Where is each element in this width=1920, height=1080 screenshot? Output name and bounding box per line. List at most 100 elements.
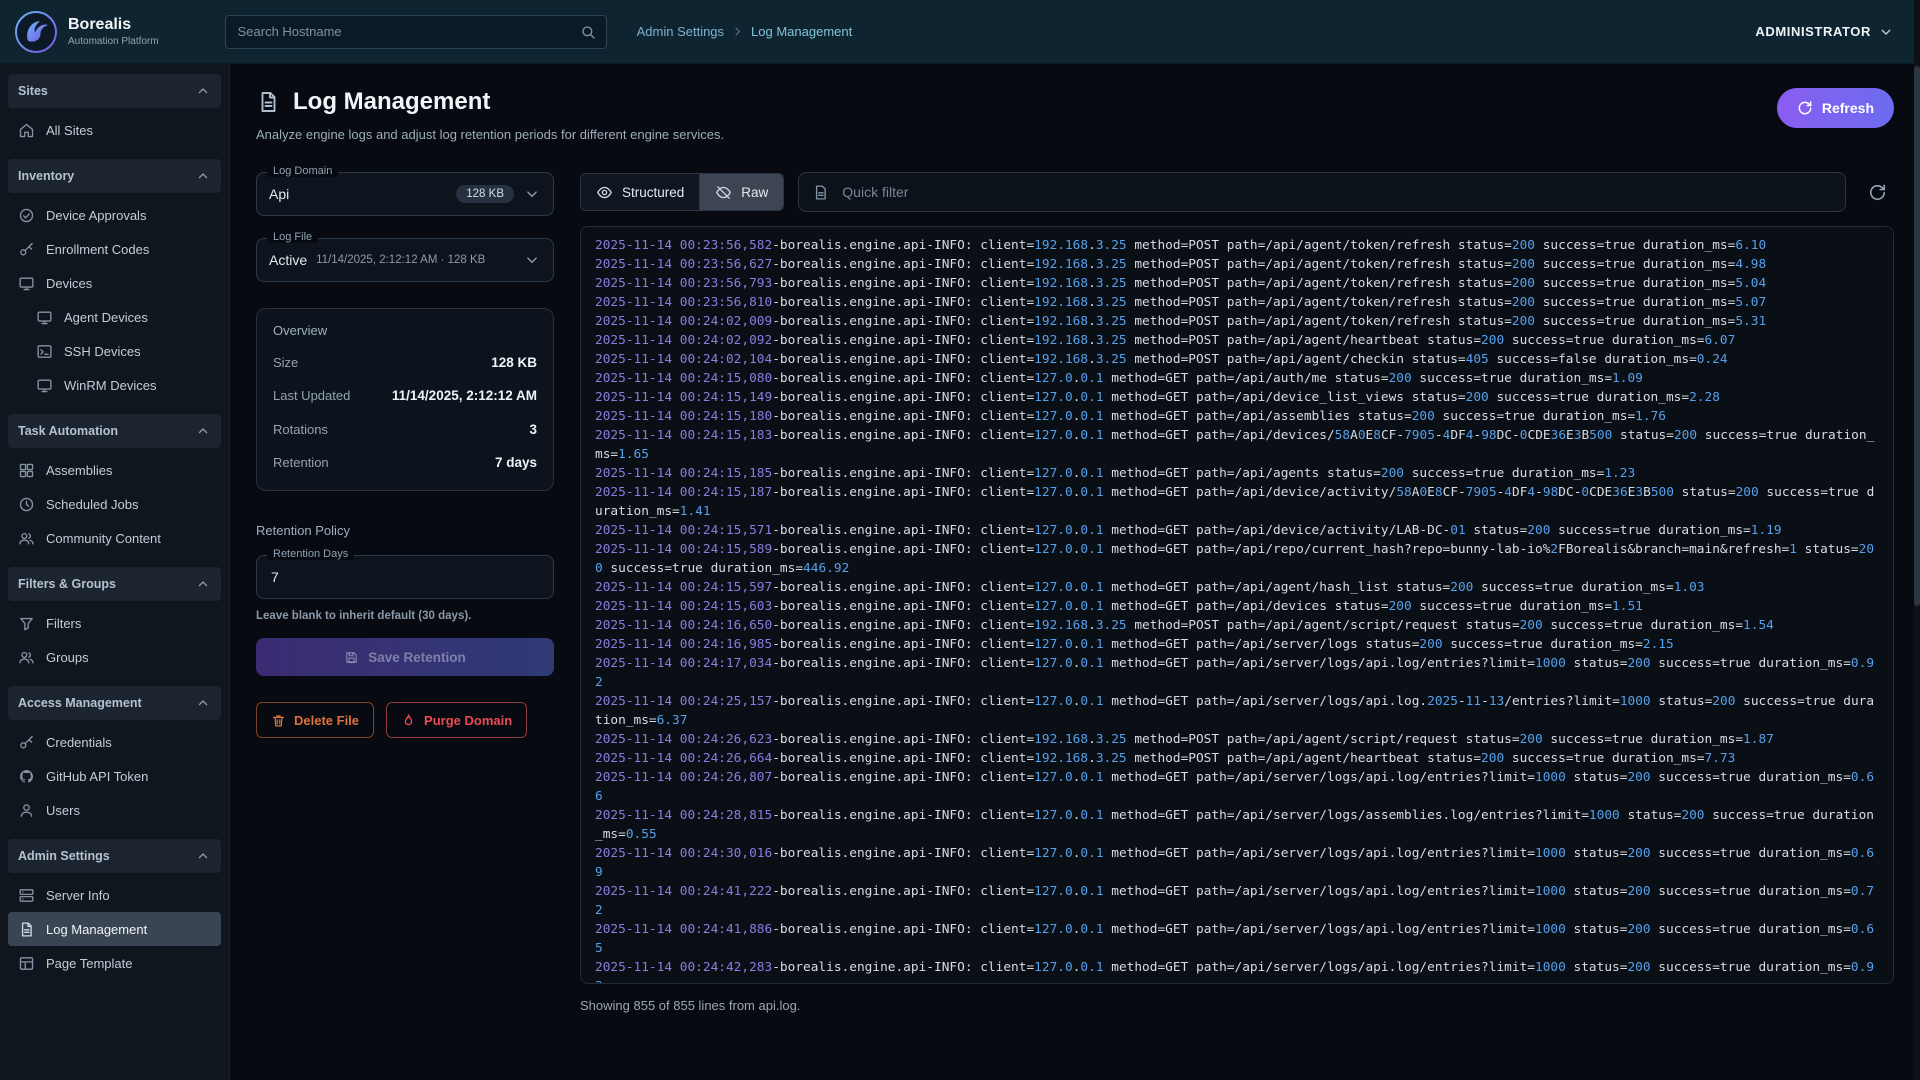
sidebar-item-all-sites[interactable]: All Sites bbox=[8, 113, 221, 147]
sidebar: Sites All Sites Inventory Device ApprovalsE… bbox=[0, 64, 230, 1080]
sidebar-section-filters-groups[interactable]: Filters & Groups bbox=[8, 567, 221, 601]
overview-row-retention: Retention7 days bbox=[273, 453, 537, 473]
breadcrumb: Admin Settings Log Management bbox=[637, 24, 853, 39]
chevron-up-icon bbox=[195, 83, 211, 99]
refresh-button[interactable]: Refresh bbox=[1777, 88, 1894, 128]
log-line: 2025-11-14 00:24:16,985-borealis.engine.… bbox=[595, 635, 1879, 654]
log-line: 2025-11-14 00:24:17,034-borealis.engine.… bbox=[595, 654, 1879, 692]
log-file-select[interactable]: Log File Active 11/14/2025, 2:12:12 AM ·… bbox=[256, 238, 554, 282]
sidebar-item-credentials[interactable]: Credentials bbox=[8, 725, 221, 759]
trash-icon bbox=[271, 713, 286, 728]
sidebar-section-task-automation[interactable]: Task Automation bbox=[8, 414, 221, 448]
sidebar-item-winrm-devices[interactable]: WinRM Devices bbox=[8, 368, 221, 402]
overview-card: Overview Size128 KBLast Updated11/14/202… bbox=[256, 308, 554, 491]
page-scrollbar-thumb[interactable] bbox=[1914, 66, 1920, 606]
log-domain-label: Log Domain bbox=[267, 165, 338, 177]
retention-policy-label: Retention Policy bbox=[256, 523, 554, 538]
retention-days-input[interactable] bbox=[269, 568, 541, 586]
monitor-icon bbox=[36, 309, 53, 326]
overview-title: Overview bbox=[273, 323, 537, 338]
sidebar-item-filters[interactable]: Filters bbox=[8, 606, 221, 640]
retention-policy-section: Retention Policy Retention Days Leave bl… bbox=[256, 523, 554, 676]
user-menu-label: ADMINISTRATOR bbox=[1755, 24, 1871, 39]
flame-icon bbox=[401, 713, 416, 728]
delete-file-button[interactable]: Delete File bbox=[256, 702, 374, 738]
log-controls-panel: Log Domain Api 128 KB Log File Active 11… bbox=[256, 172, 554, 1013]
log-line: 2025-11-14 00:24:15,149-borealis.engine.… bbox=[595, 388, 1879, 407]
viewer-refresh-button[interactable] bbox=[1860, 175, 1894, 209]
save-retention-button[interactable]: Save Retention bbox=[256, 638, 554, 676]
viewer-toolbar: Structured Raw bbox=[580, 172, 1894, 212]
log-document-icon bbox=[256, 90, 280, 114]
user-menu[interactable]: ADMINISTRATOR bbox=[1755, 24, 1894, 40]
log-line: 2025-11-14 00:24:15,589-borealis.engine.… bbox=[595, 540, 1879, 578]
chevron-up-icon bbox=[195, 848, 211, 864]
quick-filter-input[interactable] bbox=[840, 183, 1832, 201]
sidebar-item-page-template[interactable]: Page Template bbox=[8, 946, 221, 980]
page-header: Log Management Analyze engine logs and a… bbox=[256, 88, 1894, 142]
main-content: Log Management Analyze engine logs and a… bbox=[230, 64, 1920, 1080]
log-line: 2025-11-14 00:23:56,793-borealis.engine.… bbox=[595, 274, 1879, 293]
eye-icon bbox=[596, 184, 613, 201]
sidebar-item-devices[interactable]: Devices bbox=[8, 266, 221, 300]
users-icon bbox=[18, 649, 35, 666]
monitor-icon bbox=[18, 275, 35, 292]
sidebar-item-ssh-devices[interactable]: SSH Devices bbox=[8, 334, 221, 368]
sidebar-section-access-management[interactable]: Access Management bbox=[8, 686, 221, 720]
log-file-label: Log File bbox=[267, 231, 318, 243]
home-icon bbox=[18, 122, 35, 139]
clock-icon bbox=[18, 496, 35, 513]
sidebar-item-device-approvals[interactable]: Device Approvals bbox=[8, 198, 221, 232]
log-viewer: Structured Raw bbox=[580, 172, 1894, 1013]
breadcrumb-admin-settings[interactable]: Admin Settings bbox=[637, 24, 724, 39]
log-domain-select[interactable]: Log Domain Api 128 KB bbox=[256, 172, 554, 216]
chevron-down-icon bbox=[1878, 24, 1894, 40]
raw-view-button[interactable]: Raw bbox=[699, 174, 783, 210]
structured-view-button[interactable]: Structured bbox=[581, 174, 699, 210]
log-line: 2025-11-14 00:24:26,807-borealis.engine.… bbox=[595, 768, 1879, 806]
danger-actions: Delete File Purge Domain bbox=[256, 702, 554, 738]
sidebar-item-scheduled-jobs[interactable]: Scheduled Jobs bbox=[8, 487, 221, 521]
log-file-meta: 11/14/2025, 2:12:12 AM · 128 KB bbox=[316, 254, 485, 266]
purge-domain-button[interactable]: Purge Domain bbox=[386, 702, 527, 738]
log-file-value: Active bbox=[269, 252, 307, 268]
quick-filter bbox=[798, 172, 1846, 212]
chevron-up-icon bbox=[195, 168, 211, 184]
chevron-up-icon bbox=[195, 695, 211, 711]
log-output[interactable]: 2025-11-14 00:23:56,582-borealis.engine.… bbox=[580, 226, 1894, 984]
filter-document-icon bbox=[812, 184, 829, 201]
document-icon bbox=[18, 921, 35, 938]
borealis-logo-icon bbox=[14, 10, 58, 54]
sidebar-item-github-api-token[interactable]: GitHub API Token bbox=[8, 759, 221, 793]
breadcrumb-log-management[interactable]: Log Management bbox=[751, 24, 852, 39]
brand-name: Borealis bbox=[68, 16, 159, 34]
chevron-up-icon bbox=[195, 423, 211, 439]
log-line: 2025-11-14 00:24:15,571-borealis.engine.… bbox=[595, 521, 1879, 540]
sidebar-item-server-info[interactable]: Server Info bbox=[8, 878, 221, 912]
log-line: 2025-11-14 00:24:30,016-borealis.engine.… bbox=[595, 844, 1879, 882]
github-icon bbox=[18, 768, 35, 785]
log-line: 2025-11-14 00:24:15,597-borealis.engine.… bbox=[595, 578, 1879, 597]
log-line: 2025-11-14 00:24:15,180-borealis.engine.… bbox=[595, 407, 1879, 426]
sidebar-item-assemblies[interactable]: Assemblies bbox=[8, 453, 221, 487]
sidebar-item-community-content[interactable]: Community Content bbox=[8, 521, 221, 555]
funnel-icon bbox=[18, 615, 35, 632]
brand: Borealis Automation Platform bbox=[68, 16, 159, 47]
refresh-icon bbox=[1868, 183, 1887, 202]
sidebar-section-inventory[interactable]: Inventory bbox=[8, 159, 221, 193]
sidebar-item-users[interactable]: Users bbox=[8, 793, 221, 827]
page-scrollbar[interactable] bbox=[1914, 0, 1920, 1080]
log-line: 2025-11-14 00:24:26,623-borealis.engine.… bbox=[595, 730, 1879, 749]
log-line: 2025-11-14 00:24:02,104-borealis.engine.… bbox=[595, 350, 1879, 369]
log-line: 2025-11-14 00:24:42,283-borealis.engine.… bbox=[595, 958, 1879, 984]
log-line: 2025-11-14 00:24:15,185-borealis.engine.… bbox=[595, 464, 1879, 483]
sidebar-item-groups[interactable]: Groups bbox=[8, 640, 221, 674]
user-icon bbox=[18, 802, 35, 819]
sidebar-item-log-management[interactable]: Log Management bbox=[8, 912, 221, 946]
sidebar-section-admin-settings[interactable]: Admin Settings bbox=[8, 839, 221, 873]
log-line: 2025-11-14 00:23:56,810-borealis.engine.… bbox=[595, 293, 1879, 312]
sidebar-item-enrollment-codes[interactable]: Enrollment Codes bbox=[8, 232, 221, 266]
sidebar-section-sites[interactable]: Sites bbox=[8, 74, 221, 108]
sidebar-item-agent-devices[interactable]: Agent Devices bbox=[8, 300, 221, 334]
search-input[interactable] bbox=[236, 23, 580, 40]
